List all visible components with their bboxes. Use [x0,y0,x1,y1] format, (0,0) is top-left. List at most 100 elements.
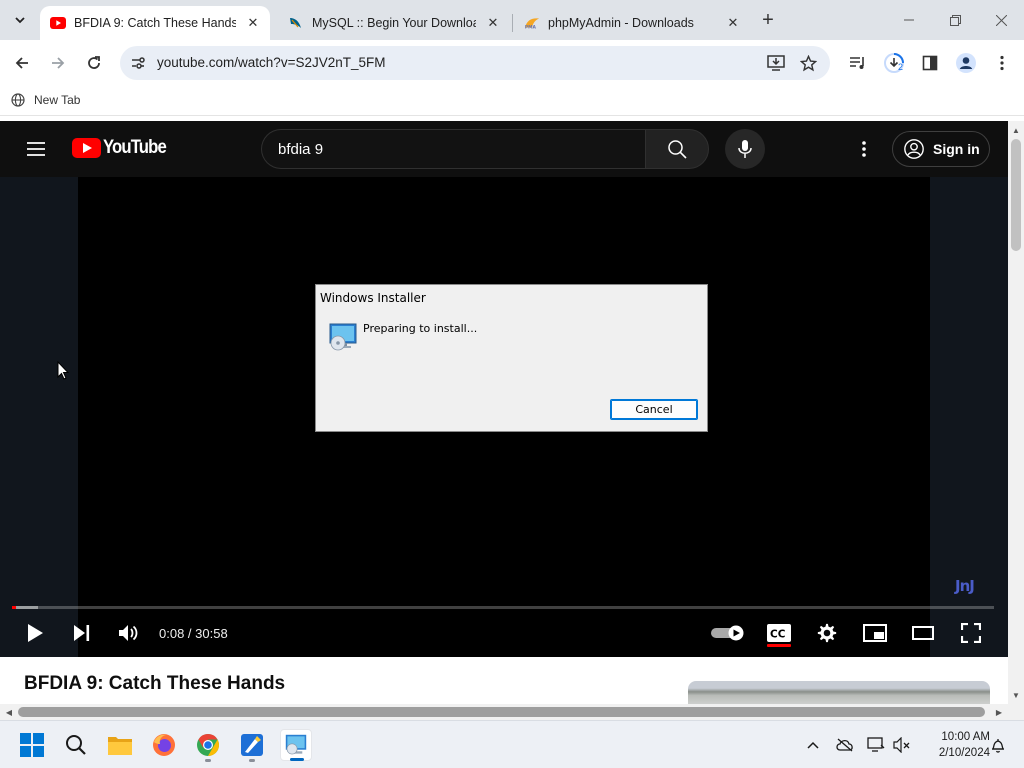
tab-strip: BFDIA 9: Catch These Hands - Y ✕ MySQL :… [0,0,1024,40]
profile-button[interactable] [952,49,980,77]
search-query-text: bfdia 9 [278,141,324,158]
sign-in-label: Sign in [933,141,980,157]
close-icon [995,14,1007,26]
scroll-down-arrow-icon[interactable]: ▼ [1008,688,1024,702]
close-window-button[interactable] [978,0,1024,40]
windows-taskbar: 10:00 AM 2/10/2024 [0,720,1024,768]
svg-text:PMA: PMA [525,24,537,30]
sign-in-button[interactable]: Sign in [892,131,990,167]
tab-youtube[interactable]: BFDIA 9: Catch These Hands - Y ✕ [40,6,270,40]
chrome-button[interactable] [192,729,224,762]
tab-search-button[interactable] [6,7,34,33]
miniplayer-button[interactable] [858,618,892,648]
settings-button[interactable] [810,618,844,648]
cloud-offline-icon [836,738,853,752]
paint-icon [241,734,263,756]
scrollbar-thumb[interactable] [18,707,985,717]
network-tray-button[interactable] [866,735,886,755]
bookmark-label: New Tab [34,93,81,107]
search-icon [66,735,86,755]
voice-search-button[interactable] [725,129,765,169]
reload-button[interactable] [80,49,108,77]
back-button[interactable] [8,49,36,77]
bookmark-new-tab[interactable]: New Tab [10,92,80,108]
firefox-button[interactable] [148,729,180,761]
play-icon [28,624,43,642]
forward-button[interactable] [44,49,72,77]
scroll-left-arrow-icon[interactable]: ◀ [2,704,16,720]
clock-date: 2/10/2024 [938,747,990,759]
theater-mode-icon [912,626,934,640]
windows-installer-taskbar-button[interactable] [280,729,312,761]
close-icon[interactable]: ✕ [244,14,262,32]
install-app-icon[interactable] [766,53,786,73]
recommended-video-thumbnail[interactable] [688,681,990,704]
monitor-network-icon [867,737,885,752]
time-display: 0:08 / 30:58 [159,626,228,641]
mute-button[interactable] [112,618,146,648]
channel-watermark[interactable]: JnJ [955,577,975,595]
onedrive-tray-button[interactable] [835,735,855,755]
firefox-icon [153,734,175,756]
horizontal-scrollbar[interactable]: ◀ ▶ [0,704,1008,720]
restore-button[interactable] [932,0,978,40]
downloads-button[interactable]: 2 [880,49,908,77]
theater-mode-button[interactable] [906,618,940,648]
mouse-cursor-icon [57,361,69,380]
media-controls-button[interactable] [844,49,872,77]
address-bar[interactable]: youtube.com/watch?v=S2JV2nT_5FM [120,46,830,80]
tab-title: MySQL :: Begin Your Download [312,16,476,30]
next-button[interactable] [65,618,99,648]
notifications-button[interactable] [988,735,1008,755]
paint-button[interactable] [236,729,268,762]
start-button[interactable] [16,729,48,761]
youtube-settings-menu-button[interactable] [852,137,876,161]
show-hidden-icons-button[interactable] [803,735,823,755]
hamburger-menu-icon[interactable] [24,137,48,161]
fullscreen-button[interactable] [954,618,988,648]
youtube-search-input[interactable]: bfdia 9 [261,129,645,169]
bookmark-star-icon[interactable] [798,53,818,73]
side-panel-button[interactable] [916,49,944,77]
close-icon[interactable]: ✕ [484,14,502,32]
autoplay-toggle[interactable] [709,618,747,648]
dialog-title: Windows Installer [320,291,426,305]
scroll-right-arrow-icon[interactable]: ▶ [992,704,1006,720]
volume-tray-button[interactable] [892,735,912,755]
site-info-icon[interactable] [128,53,148,73]
minimize-button[interactable] [886,0,932,40]
scrollbar-thumb[interactable] [1011,139,1021,251]
chrome-menu-button[interactable] [988,49,1016,77]
vertical-scrollbar[interactable]: ▲ ▼ [1008,121,1024,704]
svg-text:CC: CC [770,629,786,641]
system-clock[interactable]: 10:00 AM 2/10/2024 [918,729,990,761]
close-icon[interactable]: ✕ [724,14,742,32]
chevron-up-icon [807,741,819,749]
youtube-search-button[interactable] [645,129,709,169]
fullscreen-icon [961,623,981,643]
cancel-button[interactable]: Cancel [610,399,698,420]
gear-icon [817,623,837,643]
account-circle-icon [904,139,924,159]
file-explorer-button[interactable] [104,729,136,761]
player-side-margin [0,177,78,657]
volume-icon [119,625,138,641]
video-progress-bar[interactable] [12,606,994,609]
tab-mysql[interactable]: MySQL :: Begin Your Download ✕ [278,6,510,40]
dialog-message: Preparing to install... [363,322,478,335]
play-button[interactable] [18,618,52,648]
skip-next-icon [74,625,90,641]
captions-on-indicator [767,644,791,647]
youtube-logo-text: YouTube [103,137,167,158]
closed-captions-icon: CC [767,624,791,642]
side-panel-icon [922,55,938,71]
phpmyadmin-favicon: PMA [524,15,540,31]
running-indicator [205,759,211,762]
scroll-up-arrow-icon[interactable]: ▲ [1008,123,1024,137]
video-info-section: BFDIA 9: Catch These Hands [0,657,1008,704]
taskbar-search-button[interactable] [60,729,92,761]
search-icon [668,140,687,159]
new-tab-button[interactable]: + [756,8,780,32]
tab-phpmyadmin[interactable]: PMA phpMyAdmin - Downloads ✕ [514,6,750,40]
youtube-logo[interactable]: YouTube [72,137,174,159]
